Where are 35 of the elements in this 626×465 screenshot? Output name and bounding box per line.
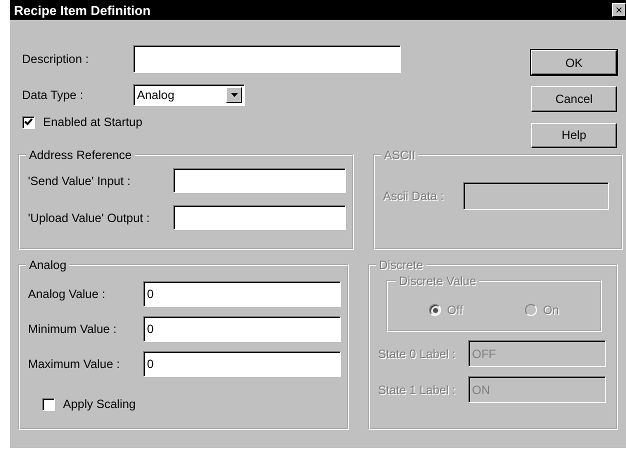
field-label: Ascii Data : bbox=[383, 189, 445, 203]
field-label: 'Send Value' Input : bbox=[28, 174, 132, 188]
checkmark-icon bbox=[24, 118, 33, 126]
field-label: Data Type : bbox=[22, 88, 84, 102]
data-type-dropdown[interactable]: Analog bbox=[133, 84, 245, 106]
text-field[interactable] bbox=[173, 168, 346, 193]
close-button[interactable]: × bbox=[612, 3, 626, 17]
text-field[interactable]: 0 bbox=[143, 351, 341, 377]
checkbox-label: Apply Scaling bbox=[63, 397, 136, 411]
radio-label: Off bbox=[447, 303, 463, 317]
field-label: State 0 Label : bbox=[378, 346, 456, 360]
field-label: State 1 Label : bbox=[378, 382, 456, 396]
group-title: Discrete bbox=[378, 258, 424, 272]
checkbox[interactable] bbox=[42, 398, 55, 410]
text-field[interactable]: 0 bbox=[143, 281, 341, 307]
window-title: Recipe Item Definition bbox=[14, 2, 152, 18]
text-field[interactable] bbox=[173, 205, 346, 230]
group-title: ASCII bbox=[383, 148, 416, 162]
dialog-button[interactable]: Cancel bbox=[531, 86, 617, 112]
field-label: Maximum Value : bbox=[28, 357, 121, 371]
text-field[interactable]: 0 bbox=[143, 316, 341, 342]
field-label: Description : bbox=[22, 52, 90, 66]
dialog-button[interactable]: OK bbox=[531, 50, 617, 76]
description-field[interactable] bbox=[133, 45, 401, 73]
field-label: Minimum Value : bbox=[28, 322, 118, 336]
group-title: Discrete Value bbox=[398, 274, 478, 288]
field-label: 'Upload Value' Output : bbox=[28, 210, 151, 224]
group-title: Analog bbox=[28, 258, 68, 272]
dialog-button[interactable]: Help bbox=[531, 122, 617, 148]
checkbox-label: Enabled at Startup bbox=[43, 115, 142, 129]
radio-label: On bbox=[542, 303, 559, 317]
field-label: Analog Value : bbox=[28, 287, 106, 301]
checkbox[interactable] bbox=[22, 116, 35, 128]
caret-icon bbox=[230, 93, 238, 97]
group-title: Address Reference bbox=[28, 148, 133, 162]
